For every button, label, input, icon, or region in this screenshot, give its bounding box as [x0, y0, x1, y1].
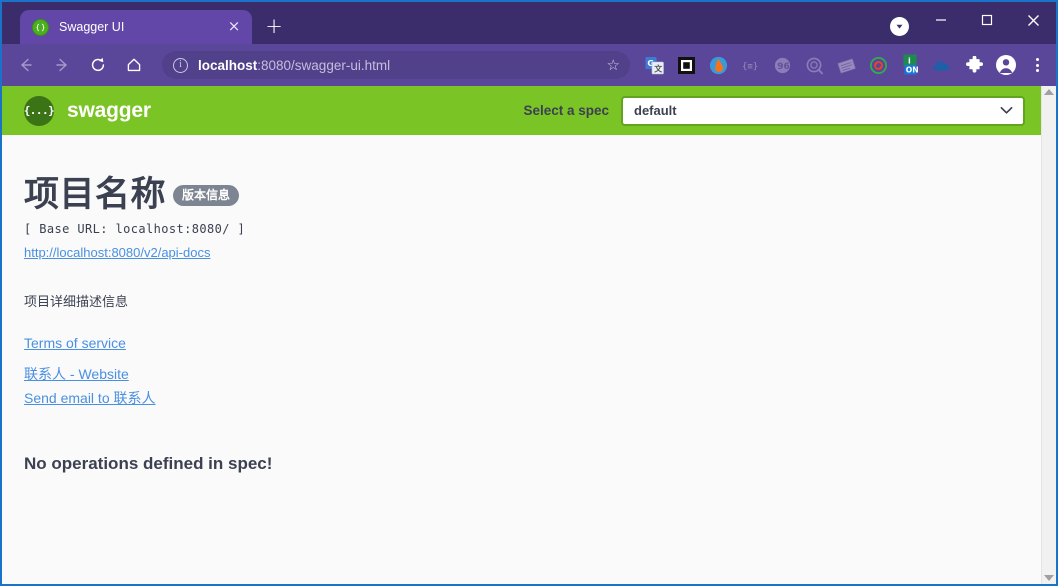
- svg-text:{≡}: {≡}: [742, 62, 758, 72]
- terms-of-service-link[interactable]: Terms of service: [24, 335, 1041, 351]
- swagger-topbar: {...} swagger Select a spec default: [2, 86, 1041, 135]
- contact-website-link[interactable]: 联系人 - Website: [24, 364, 1041, 384]
- spec-select-value: default: [634, 103, 677, 118]
- forward-button[interactable]: [47, 50, 77, 80]
- profile-caret-button[interactable]: [882, 14, 916, 38]
- home-button[interactable]: [119, 50, 149, 80]
- kebab-dot: [1035, 69, 1039, 73]
- spec-select[interactable]: default: [621, 95, 1025, 126]
- extension-icons: G 文 {≡} 96 i ON: [638, 52, 1050, 78]
- base-url-text: [ Base URL: localhost:8080/ ]: [24, 221, 246, 236]
- address-bar-url: localhost:8080/swagger-ui.html: [198, 58, 607, 73]
- api-docs-link[interactable]: http://localhost:8080/v2/api-docs: [24, 245, 210, 260]
- kebab-dot: [1035, 57, 1039, 61]
- select-a-spec-label: Select a spec: [523, 103, 609, 118]
- grammar-extension-icon[interactable]: 96: [769, 52, 795, 78]
- address-bar[interactable]: i localhost:8080/swagger-ui.html ☆: [162, 51, 630, 79]
- kebab-menu-icon[interactable]: [1026, 52, 1048, 78]
- svg-text:文: 文: [654, 63, 663, 73]
- notes-extension-icon[interactable]: [833, 52, 859, 78]
- version-badge: 版本信息: [173, 185, 240, 206]
- kebab-dot: [1035, 63, 1039, 67]
- no-operations-message: No operations defined in spec!: [24, 454, 273, 474]
- api-info-block: 项目名称 版本信息 [ Base URL: localhost:8080/ ] …: [2, 135, 1041, 474]
- api-title-row: 项目名称 版本信息: [24, 177, 1041, 214]
- api-links: Terms of service 联系人 - Website Send emai…: [24, 335, 1041, 408]
- puzzle-extensions-icon[interactable]: [961, 52, 987, 78]
- page-title: 项目名称: [24, 175, 167, 215]
- swagger-brace-icon: {...}: [24, 95, 55, 126]
- back-button[interactable]: [11, 50, 41, 80]
- swagger-favicon-icon: [32, 18, 49, 36]
- url-host: localhost: [198, 57, 258, 73]
- swagger-ui-page: {...} swagger Select a spec default 项目名称…: [2, 86, 1041, 584]
- tab-title: Swagger UI: [59, 20, 125, 34]
- bookmark-star-icon[interactable]: ☆: [607, 56, 620, 74]
- profile-avatar-icon[interactable]: [993, 52, 1019, 78]
- firefox-send-extension-icon[interactable]: [705, 52, 731, 78]
- swagger-wordmark: swagger: [67, 98, 151, 122]
- google-translate-extension-icon[interactable]: G 文: [641, 52, 667, 78]
- svg-text:ON: ON: [905, 66, 918, 75]
- privacy-on-extension-icon[interactable]: i ON: [897, 52, 923, 78]
- search-history-extension-icon[interactable]: [801, 52, 827, 78]
- sync-extension-icon[interactable]: [865, 52, 891, 78]
- spec-selector-group: Select a spec default: [523, 95, 1025, 126]
- site-info-icon[interactable]: i: [173, 57, 188, 73]
- window-maximize-button[interactable]: [964, 2, 1010, 38]
- browser-toolbar: i localhost:8080/swagger-ui.html ☆ G 文 {…: [2, 44, 1056, 86]
- api-description: 项目详细描述信息: [24, 293, 129, 309]
- picture-in-picture-extension-icon[interactable]: [673, 52, 699, 78]
- reload-button[interactable]: [83, 50, 113, 80]
- page-scrollbar[interactable]: [1041, 86, 1056, 584]
- page-viewport: {...} swagger Select a spec default 项目名称…: [2, 86, 1056, 584]
- svg-text:96: 96: [777, 62, 790, 72]
- browser-tab-swagger-ui[interactable]: Swagger UI ×: [20, 10, 252, 44]
- chevron-down-icon: [1000, 102, 1013, 120]
- window-minimize-button[interactable]: [918, 2, 964, 38]
- caret-down-circle-icon: [889, 16, 909, 36]
- tab-close-icon[interactable]: ×: [224, 17, 244, 37]
- json-formatter-extension-icon[interactable]: {≡}: [737, 52, 763, 78]
- scroll-up-arrow-icon[interactable]: [1044, 89, 1054, 95]
- tab-strip: Swagger UI × +: [2, 2, 1056, 44]
- swagger-logo[interactable]: {...} swagger: [24, 95, 151, 126]
- browser-window: Swagger UI × + i localhost:8080/swagger-…: [0, 0, 1058, 586]
- window-controls: [918, 2, 1056, 38]
- scroll-down-arrow-icon[interactable]: [1044, 575, 1054, 581]
- url-path: :8080/swagger-ui.html: [257, 57, 391, 73]
- contact-email-link[interactable]: Send email to 联系人: [24, 388, 1041, 408]
- window-close-button[interactable]: [1010, 2, 1056, 38]
- svg-text:i: i: [908, 57, 911, 66]
- new-tab-button[interactable]: +: [260, 13, 288, 41]
- onedrive-extension-icon[interactable]: [929, 52, 955, 78]
